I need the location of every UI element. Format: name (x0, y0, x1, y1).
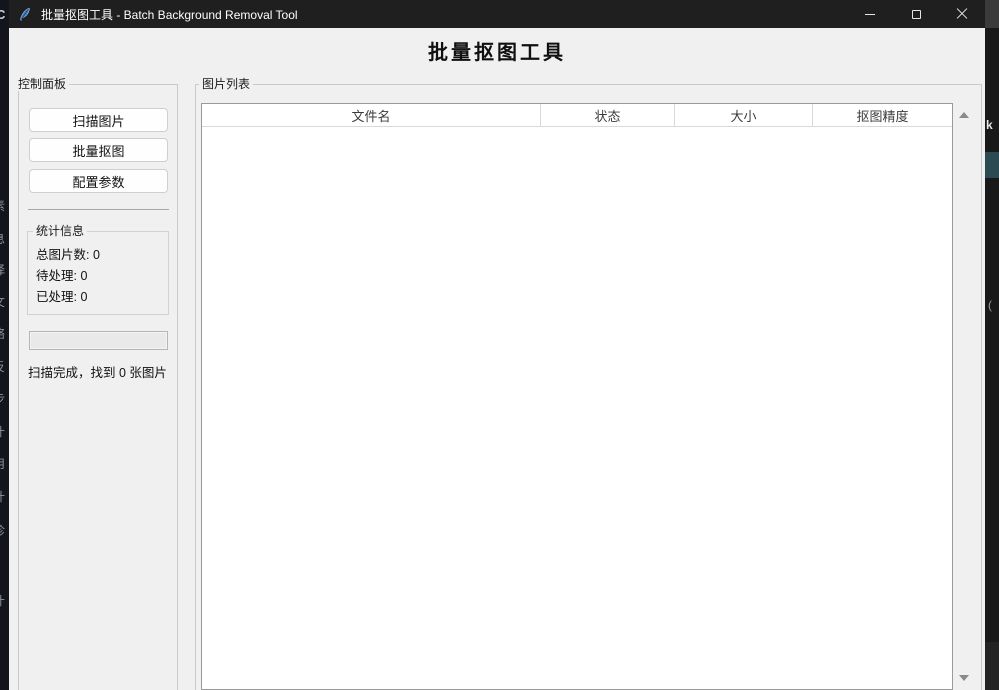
background-glyph: 息 (0, 230, 9, 247)
control-panel-label: 控制面板 (15, 77, 69, 91)
background-glyph: 络 (0, 325, 9, 342)
background-block (985, 642, 999, 690)
minimize-button[interactable] (847, 0, 893, 28)
statistics-items: 总图片数: 0 待处理: 0 已处理: 0 (36, 245, 100, 308)
column-header-filename[interactable]: 文件名 (202, 104, 541, 126)
window-title: 批量抠图工具 - Batch Background Removal Tool (41, 6, 847, 23)
background-glyph: 反 (0, 358, 9, 375)
background-glyph: 素 (0, 197, 9, 214)
progress-bar (29, 331, 168, 350)
background-glyph: 诊 (0, 522, 9, 539)
scan-images-button[interactable]: 扫描图片 (29, 108, 168, 132)
background-glyph: 步 (0, 390, 9, 407)
stat-processed: 已处理: 0 (36, 287, 100, 308)
screen: C 素 息 择 文 络 反 步 什 用 计 诊 什 k ( 批 (0, 0, 999, 690)
python-feather-icon (17, 7, 32, 22)
statistics-label: 统计信息 (33, 224, 87, 238)
background-glyph: k (986, 118, 993, 132)
triangle-up-icon (959, 112, 969, 118)
background-block (985, 0, 999, 28)
background-block (985, 152, 999, 178)
app-window: 批量抠图工具 - Batch Background Removal Tool 批… (9, 0, 985, 690)
maximize-button[interactable] (893, 0, 939, 28)
page-title: 批量抠图工具 (9, 36, 985, 65)
close-icon (956, 8, 968, 20)
stat-total-images: 总图片数: 0 (36, 245, 100, 266)
triangle-down-icon (959, 675, 969, 681)
background-glyph: 择 (0, 261, 9, 278)
stat-pending: 待处理: 0 (36, 266, 100, 287)
column-header-size[interactable]: 大小 (675, 104, 813, 126)
vertical-scrollbar[interactable] (955, 104, 972, 688)
background-window-left-strip: C 素 息 择 文 络 反 步 什 用 计 诊 什 (0, 0, 9, 690)
background-glyph: 什 (0, 423, 9, 440)
column-header-precision[interactable]: 抠图精度 (813, 104, 952, 126)
minimize-icon (865, 14, 875, 15)
image-list-table: 文件名 状态 大小 抠图精度 (201, 103, 953, 690)
separator (28, 209, 169, 210)
background-glyph: 什 (0, 592, 9, 609)
status-text: 扫描完成，找到 0 张图片 (28, 362, 167, 381)
background-glyph: 文 (0, 293, 9, 310)
titlebar: 批量抠图工具 - Batch Background Removal Tool (9, 0, 985, 28)
background-glyph: 用 (0, 455, 9, 472)
table-header-row: 文件名 状态 大小 抠图精度 (202, 104, 952, 127)
close-button[interactable] (939, 0, 985, 28)
batch-cutout-button[interactable]: 批量抠图 (29, 138, 168, 162)
scrollbar-up-button[interactable] (955, 106, 972, 123)
column-header-status[interactable]: 状态 (541, 104, 675, 126)
table-body-empty[interactable] (202, 127, 952, 689)
scrollbar-down-button[interactable] (955, 669, 972, 686)
background-glyph: 计 (0, 488, 9, 505)
background-window-right-strip: k ( (985, 0, 999, 690)
config-params-button[interactable]: 配置参数 (29, 169, 168, 193)
background-glyph-column: 素 息 择 文 络 反 步 什 用 计 诊 什 (0, 0, 9, 690)
image-list-label: 图片列表 (199, 77, 253, 91)
maximize-icon (912, 10, 921, 19)
background-glyph: ( (988, 298, 992, 312)
